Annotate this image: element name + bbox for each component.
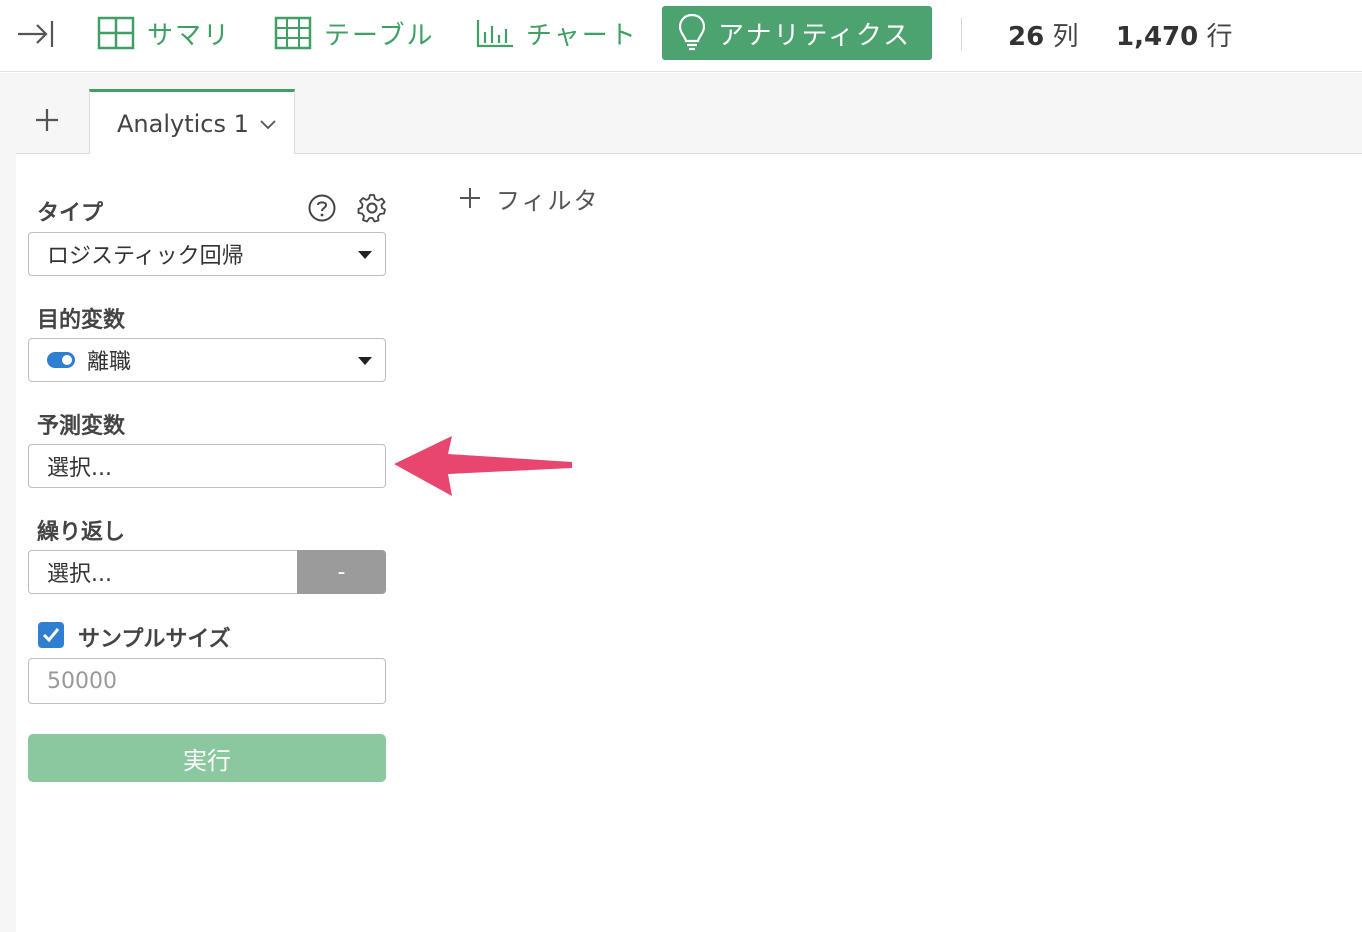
caret-down-icon (358, 357, 372, 365)
nav-chart-button[interactable]: チャート (476, 6, 638, 60)
repeat-placeholder: 選択... (47, 562, 112, 587)
column-count-unit: 列 (1052, 22, 1079, 52)
column-count-value: 26 (1008, 22, 1045, 52)
nav-analytics-button[interactable]: アナリティクス (662, 6, 932, 60)
predictor-placeholder: 選択... (47, 456, 112, 481)
chevron-down-icon[interactable] (259, 118, 277, 130)
summary-grid-icon (97, 16, 135, 50)
type-label: タイプ (37, 201, 104, 226)
caret-down-icon (358, 251, 372, 259)
filter-label: フィルタ (496, 186, 600, 215)
nav-summary-button[interactable]: サマリ (97, 6, 231, 60)
nav-chart-label: チャート (526, 20, 638, 51)
table-icon (274, 16, 312, 50)
tab-strip: Analytics 1 (16, 73, 1362, 155)
checkmark-icon (42, 628, 60, 643)
tab-label: Analytics 1 (117, 109, 249, 138)
toggle-icon (47, 352, 75, 368)
add-tab-button[interactable] (34, 107, 60, 133)
target-select-value: 離職 (87, 350, 132, 375)
type-select-value: ロジスティック回帰 (47, 244, 244, 269)
row-count-unit: 行 (1206, 22, 1233, 52)
bar-chart-icon (476, 20, 513, 48)
plus-icon (36, 109, 58, 131)
top-toolbar: サマリ テーブル チャート アナリティクス 26 列 1,470 行 (0, 0, 1362, 72)
nav-summary-label: サマリ (147, 20, 232, 51)
lightbulb-icon (678, 13, 706, 51)
gear-icon[interactable] (357, 193, 387, 223)
row-count-value: 1,470 (1116, 22, 1199, 52)
plus-icon (460, 188, 480, 208)
left-edge-strip (0, 73, 16, 932)
annotation-arrow-icon (394, 436, 572, 496)
toolbar-divider (961, 18, 962, 50)
row-count: 1,470 行 (1116, 16, 1233, 53)
repeat-select[interactable]: 選択... (28, 550, 298, 594)
nav-table-label: テーブル (324, 20, 435, 51)
repeat-label: 繰り返し (37, 520, 126, 545)
sample-size-label: サンプルサイズ (78, 627, 231, 652)
tab-analytics-1[interactable]: Analytics 1 (89, 89, 295, 155)
add-filter-button[interactable]: フィルタ (458, 182, 600, 215)
help-icon[interactable] (307, 193, 337, 223)
type-select[interactable]: ロジスティック回帰 (28, 232, 386, 276)
nav-analytics-label: アナリティクス (718, 20, 912, 51)
collapse-right-icon[interactable] (16, 18, 56, 50)
target-label: 目的変数 (37, 308, 126, 333)
target-select[interactable]: 離職 (28, 338, 386, 382)
predictor-label: 予測変数 (37, 414, 126, 439)
nav-table-button[interactable]: テーブル (274, 6, 434, 60)
sample-size-checkbox[interactable] (38, 622, 64, 648)
predictor-select[interactable]: 選択... (28, 444, 386, 488)
run-button[interactable]: 実行 (28, 734, 386, 782)
repeat-clear-button[interactable]: - (297, 550, 386, 594)
column-count: 26 列 (1008, 16, 1078, 53)
sample-size-input[interactable]: 50000 (28, 658, 386, 704)
